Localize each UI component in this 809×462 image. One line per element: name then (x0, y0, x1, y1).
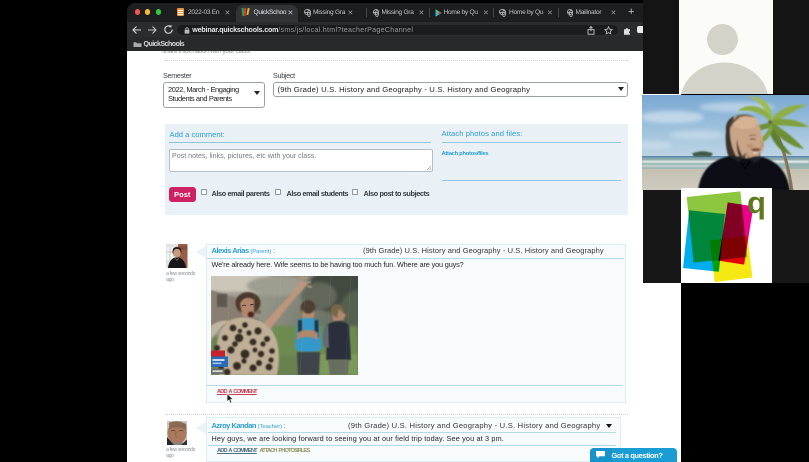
svg-text:q: q (747, 188, 766, 220)
